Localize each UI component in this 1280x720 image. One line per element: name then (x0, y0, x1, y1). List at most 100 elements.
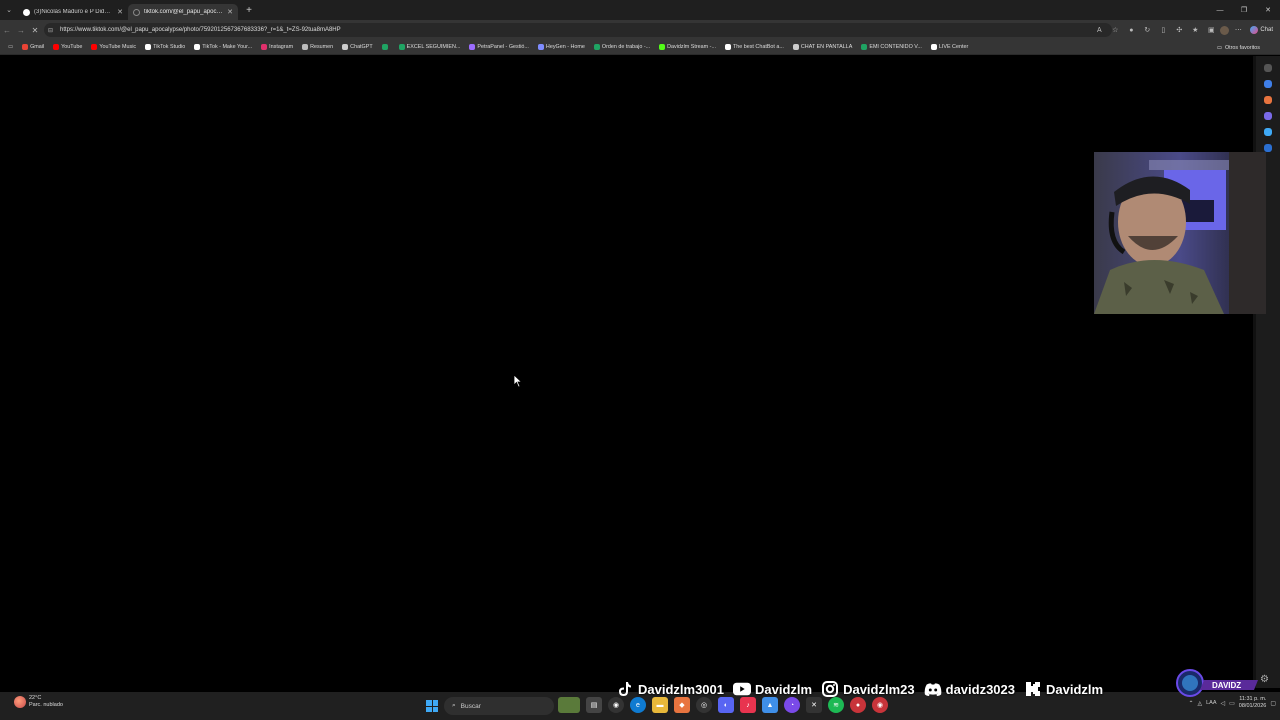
system-tray: ⌃ ◬ LAA ◁ ▭ 11:31 p. m. 08/01/2026 ▢ (1188, 696, 1276, 710)
bookmark-icon (861, 44, 868, 50)
brand-label: DAVIDZ (1212, 681, 1241, 690)
widget-landscape-icon[interactable] (558, 697, 580, 713)
maximize-button[interactable]: ❐ (1232, 0, 1256, 20)
weather-icon (14, 696, 26, 708)
new-tab-button[interactable]: + (242, 5, 256, 16)
forward-icon[interactable]: → (14, 20, 28, 40)
bookmark-item[interactable]: TikTok - Make Your... (194, 44, 252, 50)
weather-desc: Parc. nublado (29, 702, 63, 708)
bookmark-label: Davidzlm Stream -... (667, 44, 716, 50)
bookmarks-bar: ▭ Gmail YouTube YouTube Music TikTok Studio… (0, 40, 1280, 55)
bookmark-label: The best ChatBot a... (732, 44, 784, 50)
bookmark-item[interactable]: Resumen (302, 44, 333, 50)
notifications-icon[interactable]: ▢ (1270, 700, 1276, 707)
bookmark-item[interactable]: The best ChatBot a... (724, 44, 784, 50)
bookmark-icon (537, 44, 544, 50)
bookmark-icon (22, 44, 29, 50)
webcam-image (1094, 152, 1266, 314)
bookmark-item[interactable]: PetraPanel - Gestió... (469, 44, 529, 50)
other-favorites[interactable]: ▭ Otros favoritos (1217, 40, 1260, 55)
bookmark-label: PetraPanel - Gestió... (477, 44, 529, 50)
bookmark-item[interactable]: ChatGPT (342, 44, 373, 50)
refresh-extension-icon[interactable]: ↻ (1140, 23, 1154, 37)
add-sidebar-icon[interactable] (1264, 144, 1272, 152)
address-bar[interactable]: ⊟ https://www.tiktok.com/@el_papu_apocal… (44, 23, 1112, 37)
bookmark-icon (91, 44, 98, 50)
weather-widget[interactable]: 22°C Parc. nublado (14, 695, 63, 709)
bookmark-item[interactable]: Instagram (261, 44, 293, 50)
volume-icon[interactable]: ◁ (1221, 700, 1226, 707)
url-text: https://www.tiktok.com/@el_papu_apocalyp… (60, 27, 341, 33)
bookmark-item[interactable] (381, 44, 390, 50)
bookmark-item[interactable]: HeyGen - Home (537, 44, 585, 50)
bookmark-label: Gmail (30, 44, 45, 50)
battery-icon[interactable]: ▭ (1229, 700, 1235, 707)
page-viewport (6, 56, 1253, 688)
file-explorer-icon[interactable]: ▤ (586, 697, 602, 713)
record-icon[interactable]: ● (1124, 23, 1138, 37)
search-icon: ⌕ (452, 702, 456, 709)
social-discord: davidz3023 (924, 680, 1015, 698)
language-indicator[interactable]: LAA (1206, 700, 1216, 706)
bookmark-item[interactable]: Davidzlm Stream -... (659, 44, 716, 50)
gear-icon[interactable]: ⚙ (1260, 674, 1269, 685)
bookmark-item[interactable]: EMI CONTENIDO V... (861, 44, 922, 50)
bookmark-icon (194, 44, 201, 50)
chevron-up-icon[interactable]: ⌃ (1188, 700, 1193, 707)
tab-tiktok-active[interactable]: tiktok.com/@el_papu_apocalypse ✕ (128, 4, 238, 20)
bookmark-icon (792, 44, 799, 50)
bookmark-item[interactable]: EXCEL SEGUIMIEN... (398, 44, 460, 50)
discord-icon (924, 680, 942, 698)
bookmark-item[interactable]: TikTok Studio (145, 44, 185, 50)
bookmark-label: YouTube (61, 44, 83, 50)
back-icon[interactable]: ← (0, 20, 14, 40)
start-button[interactable] (426, 700, 438, 712)
bookmark-item[interactable]: YouTube Music (91, 44, 136, 50)
window-controls: — ❐ ✕ (1208, 0, 1280, 20)
tab-strip: ⌄ (3)Nicolás Maduro e P Diddy: Um... ✕ t… (0, 0, 1280, 20)
bookmark-label: Instagram (269, 44, 294, 50)
favorite-star-icon[interactable]: ☆ (1108, 23, 1122, 37)
shopping-icon[interactable] (1264, 96, 1272, 104)
toolbar-icons: A ☆ ● ↻ ▯ ✣ ★ ▣ ⋯ Chat (1092, 20, 1280, 40)
search-icon[interactable] (1264, 64, 1272, 72)
site-info-icon[interactable]: ⊟ (48, 27, 56, 34)
bookmark-item[interactable]: Orden de trabajo -... (593, 44, 651, 50)
tools-icon[interactable] (1264, 112, 1272, 120)
favorites-icon[interactable]: ★ (1188, 23, 1202, 37)
taskbar-search[interactable]: ⌕ Buscar (444, 697, 554, 715)
minimize-button[interactable]: — (1208, 0, 1232, 20)
bookmark-label: Orden de trabajo -... (601, 44, 651, 50)
bookmark-item[interactable]: Gmail (22, 44, 44, 50)
copilot-sidebar-icon[interactable] (1264, 80, 1272, 88)
bookmark-label: HeyGen - Home (545, 44, 585, 50)
copilot-chat-button[interactable]: Chat (1247, 26, 1276, 34)
other-favorites-label: Otros favoritos (1224, 44, 1260, 51)
youtube-icon (733, 680, 751, 698)
close-icon[interactable]: ✕ (117, 8, 123, 16)
outlook-icon[interactable] (1264, 128, 1272, 136)
loading-icon (133, 8, 140, 16)
stop-loading-icon[interactable]: ✕ (28, 20, 42, 40)
split-screen-icon[interactable]: ▯ (1156, 23, 1170, 37)
clock[interactable]: 11:31 p. m. 08/01/2026 (1239, 696, 1267, 710)
bookmark-icon (469, 44, 476, 50)
more-menu-icon[interactable]: ⋯ (1231, 23, 1245, 37)
apps-icon[interactable]: ▭ (8, 44, 13, 50)
extensions-icon[interactable]: ✣ (1172, 23, 1186, 37)
instagram-handle: Davidzlm23 (843, 681, 915, 697)
bookmark-icon (659, 44, 666, 50)
close-icon[interactable]: ✕ (227, 8, 233, 16)
read-aloud-icon[interactable]: A (1092, 23, 1106, 37)
bookmark-label: EMI CONTENIDO V... (869, 44, 922, 50)
network-icon[interactable]: ◬ (1197, 700, 1202, 707)
bookmark-item[interactable]: YouTube (53, 44, 82, 50)
bookmark-icon (302, 44, 309, 50)
close-window-button[interactable]: ✕ (1256, 0, 1280, 20)
bookmark-item[interactable]: LIVE Center (930, 44, 968, 50)
tab-nicolas-maduro[interactable]: (3)Nicolás Maduro e P Diddy: Um... ✕ (18, 4, 128, 20)
tab-search-icon[interactable]: ⌄ (0, 0, 18, 20)
bookmark-item[interactable]: CHAT EN PANTALLA (792, 44, 852, 50)
profile-avatar[interactable] (1220, 25, 1230, 35)
collections-icon[interactable]: ▣ (1204, 23, 1218, 37)
